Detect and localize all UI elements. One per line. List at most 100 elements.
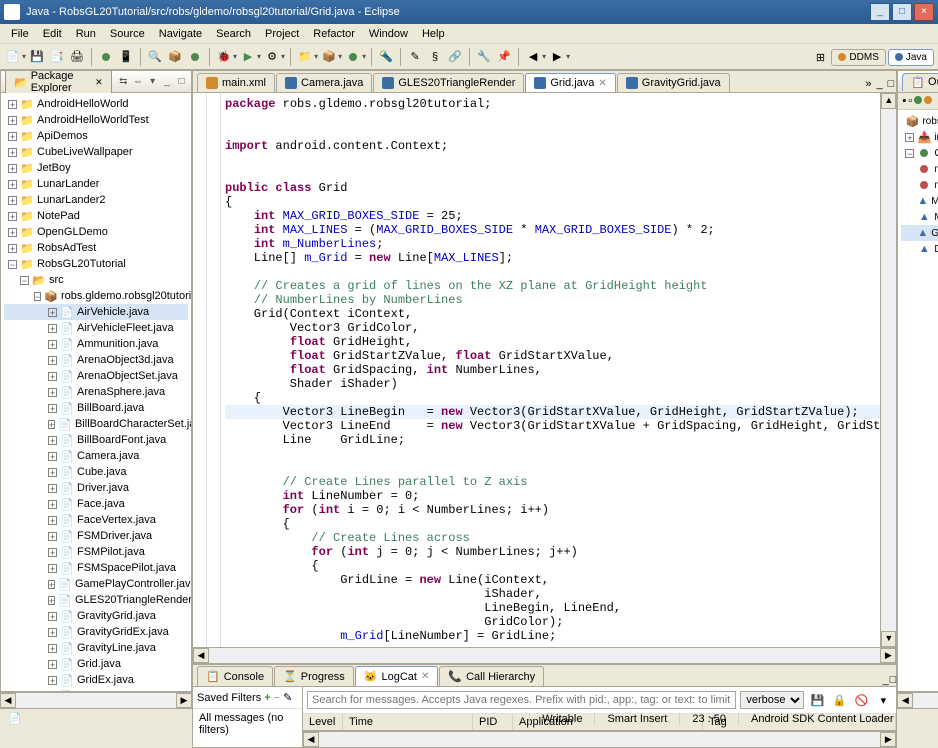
dropdown-arrow-icon[interactable]: ▾	[362, 52, 366, 61]
java-file-item[interactable]: +📄Driver.java	[4, 480, 188, 496]
project-item[interactable]: +📁LunarLander2	[4, 192, 188, 208]
outline-member[interactable]: m_NumberLines : int	[901, 177, 938, 193]
run-button[interactable]: ▶	[239, 48, 257, 66]
java-file-item[interactable]: +📄FaceVertex.java	[4, 512, 188, 528]
scroll-right-icon[interactable]: ▶	[880, 732, 896, 747]
dropdown-arrow-icon[interactable]: ▾	[338, 52, 342, 61]
new-package-button[interactable]: 📦	[166, 48, 184, 66]
menu-navigate[interactable]: Navigate	[152, 26, 209, 42]
outline-hscroll[interactable]: ◀▶	[897, 692, 938, 708]
java-file-item[interactable]: +📄ArenaObject3d.java	[4, 352, 188, 368]
print-button[interactable]: 🖨	[68, 48, 86, 66]
log-search-input[interactable]	[307, 691, 736, 709]
save-log-button[interactable]: 💾	[808, 691, 826, 709]
pin-button[interactable]: 📌	[495, 48, 513, 66]
java-file-item[interactable]: +📄ArenaSphere.java	[4, 384, 188, 400]
project-item[interactable]: +📁NotePad	[4, 208, 188, 224]
java-file-item[interactable]: +📄FSMPilot.java	[4, 544, 188, 560]
menu-project[interactable]: Project	[258, 26, 306, 42]
menu-edit[interactable]: Edit	[36, 26, 69, 42]
scroll-left-icon[interactable]: ◀	[193, 648, 209, 663]
filter-local-button[interactable]	[924, 95, 932, 107]
java-file-item[interactable]: +📄GridEx.java	[4, 672, 188, 688]
dropdown-arrow-icon[interactable]: ▾	[281, 52, 285, 61]
java-file-item[interactable]: +📄Camera.java	[4, 448, 188, 464]
menu-window[interactable]: Window	[362, 26, 415, 42]
filter-fields-button[interactable]: ▪	[902, 95, 906, 107]
perspective-java[interactable]: Java	[888, 49, 934, 66]
package-item[interactable]: −📦robs.gldemo.robsgl20tutorial	[4, 288, 188, 304]
new-java-project-button[interactable]: 📁	[296, 48, 314, 66]
maximize-editor-button[interactable]: □	[888, 78, 895, 90]
outline-member[interactable]: ▲DrawGrid(Camera) : void	[901, 241, 938, 257]
sdk-manager-button[interactable]	[97, 48, 115, 66]
col-pid[interactable]: PID	[473, 714, 513, 730]
filter-static-button[interactable]: ▫	[908, 95, 912, 107]
outline-package[interactable]: 📦robs.gldemo.robsgl20tutorial	[901, 113, 938, 129]
dropdown-arrow-icon[interactable]: ▾	[22, 52, 26, 61]
java-file-item[interactable]: +📄ArenaObjectSet.java	[4, 368, 188, 384]
java-file-item[interactable]: +📄FSMDriver.java	[4, 528, 188, 544]
view-menu-button[interactable]: ▾	[147, 75, 158, 89]
scroll-down-icon[interactable]: ▼	[881, 631, 896, 647]
project-item[interactable]: +📁CubeLiveWallpaper	[4, 144, 188, 160]
scroll-up-icon[interactable]: ▲	[881, 93, 896, 109]
project-item[interactable]: +📁RobsAdTest	[4, 240, 188, 256]
tab-camera[interactable]: Camera.java	[276, 73, 372, 92]
new-button[interactable]: 📄	[4, 48, 22, 66]
dropdown-arrow-icon[interactable]: ▾	[257, 52, 261, 61]
minimize-button[interactable]: _	[870, 3, 890, 21]
java-file-item[interactable]: +📄HealthPowerUp.java	[4, 688, 188, 691]
minimize-view-button[interactable]: _	[883, 674, 889, 686]
tab-gravitygrid[interactable]: GravityGrid.java	[617, 73, 730, 92]
debug-button[interactable]: 🐞	[215, 48, 233, 66]
outline-member[interactable]: ▲Grid(Context, Vector3, float	[901, 225, 938, 241]
java-file-item[interactable]: +📄AirVehicleFleet.java	[4, 320, 188, 336]
editor-hscroll[interactable]: ◀▶	[193, 647, 896, 663]
run-last-button[interactable]: ⚙	[263, 48, 281, 66]
verbosity-select[interactable]: verbose	[740, 691, 804, 709]
maximize-view-button[interactable]: □	[176, 75, 187, 89]
project-item[interactable]: +📁AndroidHelloWorld	[4, 96, 188, 112]
display-filters-button[interactable]: ▾	[874, 691, 892, 709]
menu-refactor[interactable]: Refactor	[306, 26, 362, 42]
project-item[interactable]: +📁JetBoy	[4, 160, 188, 176]
java-file-item[interactable]: +📄BillBoardFont.java	[4, 432, 188, 448]
format-button[interactable]: §	[426, 48, 444, 66]
menu-search[interactable]: Search	[209, 26, 258, 42]
external-tools-button[interactable]: 🔧	[475, 48, 493, 66]
dropdown-arrow-icon[interactable]: ▾	[566, 52, 570, 61]
editor-fold-column[interactable]	[207, 93, 221, 647]
package-explorer-hscroll[interactable]: ◀▶	[0, 692, 192, 708]
new-java-package-button[interactable]: 📦	[320, 48, 338, 66]
java-file-item[interactable]: +📄Face.java	[4, 496, 188, 512]
scroll-left-icon[interactable]: ◀	[897, 693, 913, 708]
tab-main-xml[interactable]: main.xml	[197, 73, 275, 92]
outline-tree[interactable]: 📦robs.gldemo.robsgl20tutorial+📥import de…	[898, 110, 938, 691]
open-type-button[interactable]: 🔍	[146, 48, 164, 66]
dropdown-arrow-icon[interactable]: ▾	[542, 52, 546, 61]
link-editor-button[interactable]: ⇔	[132, 75, 144, 89]
maximize-button[interactable]: □	[892, 3, 912, 21]
perspective-ddms[interactable]: DDMS	[831, 49, 885, 66]
tab-logcat[interactable]: 🐱 LogCat ✕	[355, 666, 439, 686]
scroll-left-icon[interactable]: ◀	[303, 732, 319, 747]
forward-button[interactable]: ▶	[548, 48, 566, 66]
filter-public-button[interactable]	[914, 95, 922, 107]
outline-class[interactable]: −Grid	[901, 145, 938, 161]
link-button[interactable]: 🔗	[446, 48, 464, 66]
tab-progress[interactable]: ⏳ Progress	[274, 666, 354, 686]
editor-gutter[interactable]	[193, 93, 207, 647]
menu-run[interactable]: Run	[69, 26, 103, 42]
project-item[interactable]: +📁LunarLander	[4, 176, 188, 192]
new-java-class-button[interactable]	[344, 48, 362, 66]
search-button[interactable]: 🔦	[377, 48, 395, 66]
outline-tab[interactable]: 📋 Outline ✕	[902, 73, 938, 91]
clear-log-button[interactable]: 🚫	[852, 691, 870, 709]
code-editor[interactable]: package robs.gldemo.robsgl20tutorial; im…	[193, 93, 880, 647]
dropdown-arrow-icon[interactable]: ▾	[314, 52, 318, 61]
edit-filter-icon[interactable]: ✎	[283, 691, 292, 704]
outline-member[interactable]: ▲MAX_LINES : int	[901, 209, 938, 225]
project-item[interactable]: +📁OpenGLDemo	[4, 224, 188, 240]
outline-member[interactable]: m_Grid : Line[]	[901, 161, 938, 177]
